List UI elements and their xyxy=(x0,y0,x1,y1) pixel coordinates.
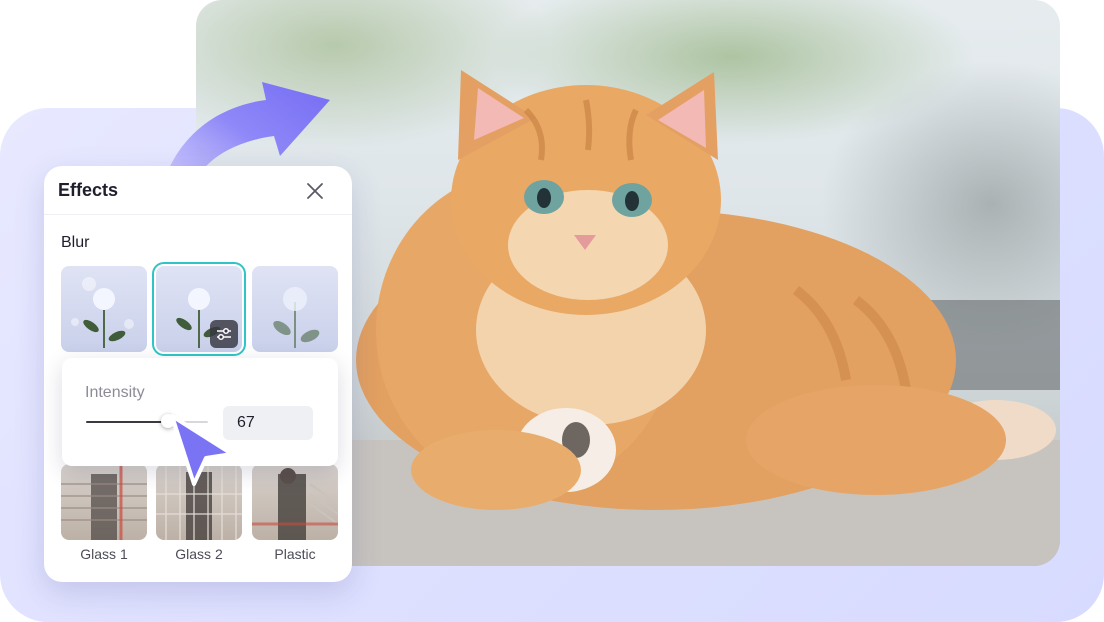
preset-label-glass-2: Glass 2 xyxy=(175,546,223,562)
close-button[interactable] xyxy=(302,178,328,204)
header-divider xyxy=(44,214,352,215)
close-icon xyxy=(307,183,323,199)
intensity-label: Intensity xyxy=(85,384,145,401)
slider-fill xyxy=(86,421,168,423)
adjust-button[interactable] xyxy=(210,320,238,348)
blur-thumb-1[interactable] xyxy=(61,266,147,352)
section-label-blur: Blur xyxy=(61,234,90,251)
preset-thumb-glass-1[interactable] xyxy=(61,464,147,540)
blur-thumb-3[interactable] xyxy=(252,266,338,352)
preset-label-plastic: Plastic xyxy=(274,546,316,562)
blur-thumb-2[interactable] xyxy=(152,262,246,356)
preset-label-glass-1: Glass 1 xyxy=(80,546,128,562)
sliders-icon xyxy=(217,327,231,341)
preset-thumb-plastic[interactable] xyxy=(252,464,338,540)
pointer-icon xyxy=(170,414,234,486)
panel-title: Effects xyxy=(58,180,119,200)
effects-panel: Effects Blur Glass 1 Glass 2 Plastic Int… xyxy=(44,166,352,582)
